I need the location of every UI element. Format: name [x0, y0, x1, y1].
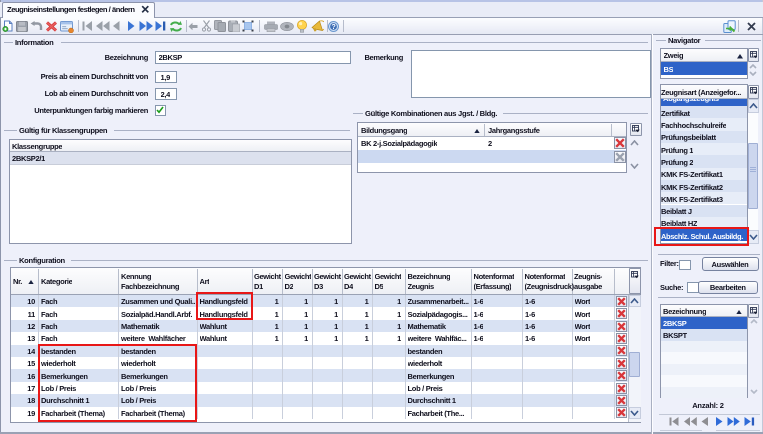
- svg-text:?: ?: [332, 24, 336, 31]
